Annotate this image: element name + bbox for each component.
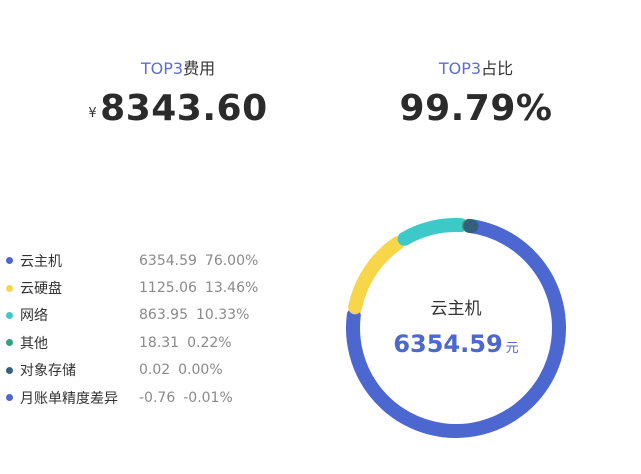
top3-share-label-suffix: 占比 <box>481 59 514 78</box>
legend-item[interactable]: 对象存储 0.02 0.00% <box>6 357 258 384</box>
legend-item-percent: -0.01% <box>183 389 233 406</box>
legend-item-name: 其他 <box>20 335 48 352</box>
center-value: 6354.59 <box>393 330 503 358</box>
legend-item-percent: 0.22% <box>187 334 232 351</box>
legend-item-percent: 10.33% <box>196 307 250 324</box>
donut-center-label: 云主机 6354.59 元 <box>334 206 578 450</box>
legend-dot-icon <box>6 394 13 402</box>
center-value-row: 6354.59 元 <box>334 330 578 358</box>
legend-item[interactable]: 其他 18.31 0.22% <box>6 329 258 356</box>
legend-item[interactable]: 网络 863.95 10.33% <box>6 302 258 329</box>
top3-share-value: 99.79% <box>399 88 553 129</box>
chart-legend: 云主机 6354.59 76.00% 云硬盘 1125.06 13.46% 网络… <box>6 247 258 411</box>
legend-dot-icon <box>6 284 13 292</box>
center-category-name: 云主机 <box>430 299 482 319</box>
legend-item-name: 云主机 <box>20 253 62 270</box>
legend-item-percent: 13.46% <box>204 280 259 297</box>
top3-share-card: TOP3占比 99.79% <box>346 58 606 130</box>
legend-item-value: -0.76 <box>139 389 176 406</box>
legend-dot-icon <box>6 311 13 319</box>
top3-cost-value: 8343.60 <box>100 88 268 129</box>
center-unit: 元 <box>505 341 519 356</box>
currency-symbol: ¥ <box>88 106 98 121</box>
legend-item-name: 月账单精度差异 <box>20 390 118 407</box>
legend-dot-icon <box>6 257 13 265</box>
legend-item-percent: 0.00% <box>178 362 223 379</box>
legend-dot-icon <box>6 339 13 347</box>
top3-share-label: TOP3占比 <box>346 58 606 80</box>
legend-item[interactable]: 月账单精度差异 -0.76 -0.01% <box>6 384 258 411</box>
top3-cost-value-row: ¥8343.60 <box>48 88 308 135</box>
top3-cost-card: TOP3费用 ¥8343.60 <box>48 58 308 135</box>
legend-item-value: 6354.59 <box>139 252 197 269</box>
legend-item-name: 云硬盘 <box>20 281 62 298</box>
legend-item[interactable]: 云硬盘 1125.06 13.46% <box>6 274 258 301</box>
legend-item-name: 对象存储 <box>20 363 76 380</box>
legend-item-value: 1125.06 <box>139 280 197 297</box>
legend-item[interactable]: 云主机 6354.59 76.00% <box>6 247 258 274</box>
top3-cost-label-prefix: TOP3 <box>140 59 184 78</box>
legend-item-value: 18.31 <box>139 334 180 351</box>
top3-cost-label: TOP3费用 <box>48 58 308 80</box>
top3-cost-label-suffix: 费用 <box>183 59 216 78</box>
top3-share-label-prefix: TOP3 <box>438 59 482 78</box>
legend-item-value: 863.95 <box>139 307 188 324</box>
legend-dot-icon <box>6 366 13 374</box>
legend-item-value: 0.02 <box>139 362 171 379</box>
legend-item-percent: 76.00% <box>204 252 259 269</box>
legend-item-name: 网络 <box>20 308 48 325</box>
